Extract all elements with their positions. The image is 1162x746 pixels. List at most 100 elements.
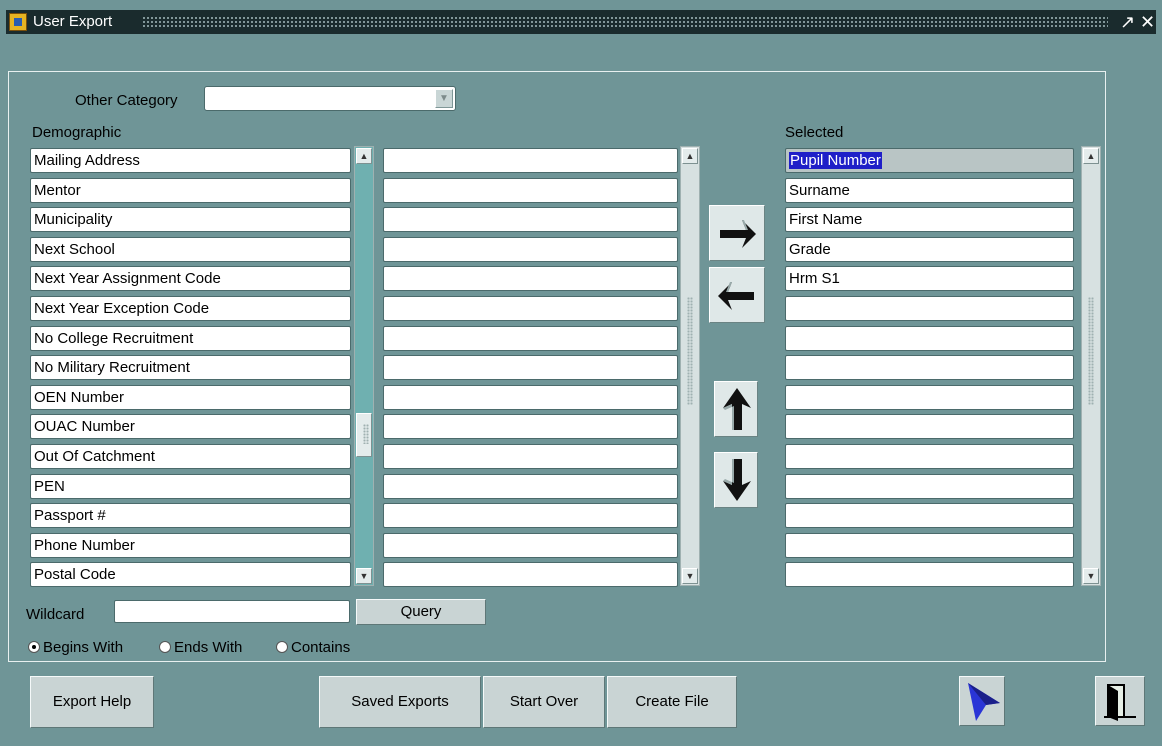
right-arrow-icon xyxy=(720,220,756,248)
demographic-item-text: Mentor xyxy=(34,182,81,199)
scroll-up-icon[interactable]: ▲ xyxy=(682,148,698,164)
demographic-item[interactable]: OUAC Number xyxy=(30,414,351,439)
radio-unchecked-icon xyxy=(276,641,288,653)
secondary-item[interactable] xyxy=(383,296,678,321)
demographic-item[interactable]: Phone Number xyxy=(30,533,351,558)
selected-item-text: Hrm S1 xyxy=(789,270,840,287)
app-icon xyxy=(9,13,27,31)
secondary-item[interactable] xyxy=(383,533,678,558)
secondary-item[interactable] xyxy=(383,207,678,232)
demographic-item-text: No College Recruitment xyxy=(34,330,194,347)
secondary-item[interactable] xyxy=(383,503,678,528)
selected-item[interactable] xyxy=(785,296,1074,321)
saved-exports-button[interactable]: Saved Exports xyxy=(319,676,481,728)
chevron-down-icon[interactable]: ▼ xyxy=(435,89,453,108)
exit-door-icon xyxy=(1104,684,1136,721)
demographic-item[interactable]: Next Year Exception Code xyxy=(30,296,351,321)
demographic-item-text: OEN Number xyxy=(34,389,125,406)
scroll-down-icon[interactable]: ▼ xyxy=(682,568,698,584)
secondary-item[interactable] xyxy=(383,562,678,587)
selected-scrollbar[interactable]: ▲ ▼ xyxy=(1081,146,1101,586)
secondary-item[interactable] xyxy=(383,326,678,351)
selected-item[interactable] xyxy=(785,385,1074,410)
selected-item-text: Grade xyxy=(789,241,831,258)
demographic-item[interactable]: No Military Recruitment xyxy=(30,355,351,380)
demographic-scrollbar[interactable]: ▲ ▼ xyxy=(354,146,374,586)
secondary-item[interactable] xyxy=(383,444,678,469)
selected-item[interactable] xyxy=(785,326,1074,351)
scroll-down-icon[interactable]: ▼ xyxy=(356,568,372,584)
left-arrow-icon xyxy=(718,282,754,310)
scroll-up-icon[interactable]: ▲ xyxy=(356,148,372,164)
create-file-button[interactable]: Create File xyxy=(607,676,737,728)
demographic-item[interactable]: Out Of Catchment xyxy=(30,444,351,469)
move-right-button[interactable] xyxy=(709,205,765,261)
demographic-item[interactable]: OEN Number xyxy=(30,385,351,410)
title-bar-grip xyxy=(142,16,1108,28)
grip-icon xyxy=(687,297,693,405)
wildcard-input[interactable] xyxy=(114,600,350,623)
demographic-item[interactable]: Mailing Address xyxy=(30,148,351,173)
demographic-item-text: Municipality xyxy=(34,211,113,228)
secondary-scrollbar[interactable]: ▲ ▼ xyxy=(680,146,700,586)
demographic-item-text: Postal Code xyxy=(34,566,116,583)
selected-item[interactable] xyxy=(785,474,1074,499)
selected-item[interactable] xyxy=(785,533,1074,558)
secondary-item[interactable] xyxy=(383,385,678,410)
demographic-item[interactable]: No College Recruitment xyxy=(30,326,351,351)
scroll-thumb[interactable] xyxy=(356,413,372,457)
title-bar-inner: User Export ↗ ✕ xyxy=(6,10,1156,34)
secondary-item[interactable] xyxy=(383,178,678,203)
cursor-arrow-icon xyxy=(968,683,1000,721)
grip-icon xyxy=(363,424,369,444)
selected-item[interactable]: Hrm S1 xyxy=(785,266,1074,291)
selected-item[interactable]: Grade xyxy=(785,237,1074,262)
demographic-item[interactable]: Municipality xyxy=(30,207,351,232)
demographic-item[interactable]: PEN xyxy=(30,474,351,499)
selected-item[interactable] xyxy=(785,503,1074,528)
start-over-button[interactable]: Start Over xyxy=(483,676,605,728)
secondary-item[interactable] xyxy=(383,148,678,173)
radio-begins-with[interactable]: Begins With xyxy=(28,639,123,656)
move-left-button[interactable] xyxy=(709,267,765,323)
demographic-item[interactable]: Mentor xyxy=(30,178,351,203)
demographic-item[interactable]: Passport # xyxy=(30,503,351,528)
demographic-item[interactable]: Next Year Assignment Code xyxy=(30,266,351,291)
secondary-item[interactable] xyxy=(383,266,678,291)
scroll-up-icon[interactable]: ▲ xyxy=(1083,148,1099,164)
demographic-item-text: Phone Number xyxy=(34,537,135,554)
demographic-item-text: Next Year Assignment Code xyxy=(34,270,221,287)
demographic-item[interactable]: Postal Code xyxy=(30,562,351,587)
selected-item[interactable] xyxy=(785,444,1074,469)
selected-item[interactable]: Pupil Number xyxy=(785,148,1074,173)
selected-item-text: Pupil Number xyxy=(789,152,882,169)
radio-contains[interactable]: Contains xyxy=(276,639,350,656)
move-up-button[interactable] xyxy=(714,381,758,437)
export-help-button[interactable]: Export Help xyxy=(30,676,154,728)
move-down-button[interactable] xyxy=(714,452,758,508)
selected-item[interactable] xyxy=(785,414,1074,439)
secondary-item[interactable] xyxy=(383,355,678,380)
secondary-item[interactable] xyxy=(383,237,678,262)
down-arrow-icon xyxy=(723,459,751,501)
maximize-icon[interactable]: ↗ xyxy=(1120,11,1135,33)
query-button[interactable]: Query xyxy=(356,599,486,625)
selected-item[interactable] xyxy=(785,355,1074,380)
selected-item[interactable]: Surname xyxy=(785,178,1074,203)
radio-ends-with[interactable]: Ends With xyxy=(159,639,242,656)
scroll-down-icon[interactable]: ▼ xyxy=(1083,568,1099,584)
demographic-item-text: OUAC Number xyxy=(34,418,135,435)
secondary-item[interactable] xyxy=(383,474,678,499)
other-category-select[interactable]: ▼ xyxy=(204,86,456,111)
selected-item[interactable]: First Name xyxy=(785,207,1074,232)
exit-button[interactable] xyxy=(1095,676,1145,726)
close-icon[interactable]: ✕ xyxy=(1140,11,1155,33)
demographic-item[interactable]: Next School xyxy=(30,237,351,262)
demographic-label: Demographic xyxy=(32,124,122,141)
demographic-item-text: Passport # xyxy=(34,507,106,524)
cursor-button[interactable] xyxy=(959,676,1005,726)
demographic-item-text: No Military Recruitment xyxy=(34,359,190,376)
selected-item[interactable] xyxy=(785,562,1074,587)
secondary-item[interactable] xyxy=(383,414,678,439)
demographic-item-text: Out Of Catchment xyxy=(34,448,155,465)
